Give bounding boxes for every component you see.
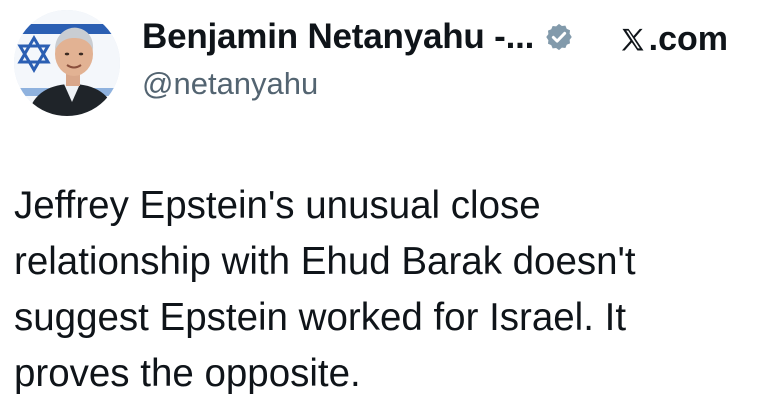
tweet-text-line: relationship with Ehud Barak doesn't	[14, 240, 636, 283]
source-site[interactable]: .com	[619, 20, 728, 59]
source-site-label: .com	[648, 20, 728, 58]
tweet-text: Jeffrey Epstein's unusual close relation…	[14, 178, 744, 402]
tweet-header: Benjamin Netanyahu -... @netanyahu .com	[14, 10, 744, 118]
author-display-name[interactable]: Benjamin Netanyahu -...	[142, 17, 534, 57]
tweet-text-line: Jeffrey Epstein's unusual close	[14, 184, 541, 227]
avatar[interactable]	[14, 10, 120, 116]
name-row: Benjamin Netanyahu -...	[142, 10, 574, 64]
author-identity: Benjamin Netanyahu -... @netanyahu	[142, 10, 574, 102]
tweet-text-line: proves the opposite.	[14, 352, 361, 395]
verified-badge-icon	[544, 22, 574, 52]
avatar-image	[14, 10, 120, 116]
tweet-card: Benjamin Netanyahu -... @netanyahu .com …	[0, 0, 758, 420]
author-handle[interactable]: @netanyahu	[142, 66, 574, 102]
x-logo-icon	[621, 28, 644, 50]
tweet-text-line: suggest Epstein worked for Israel. It	[14, 296, 627, 339]
